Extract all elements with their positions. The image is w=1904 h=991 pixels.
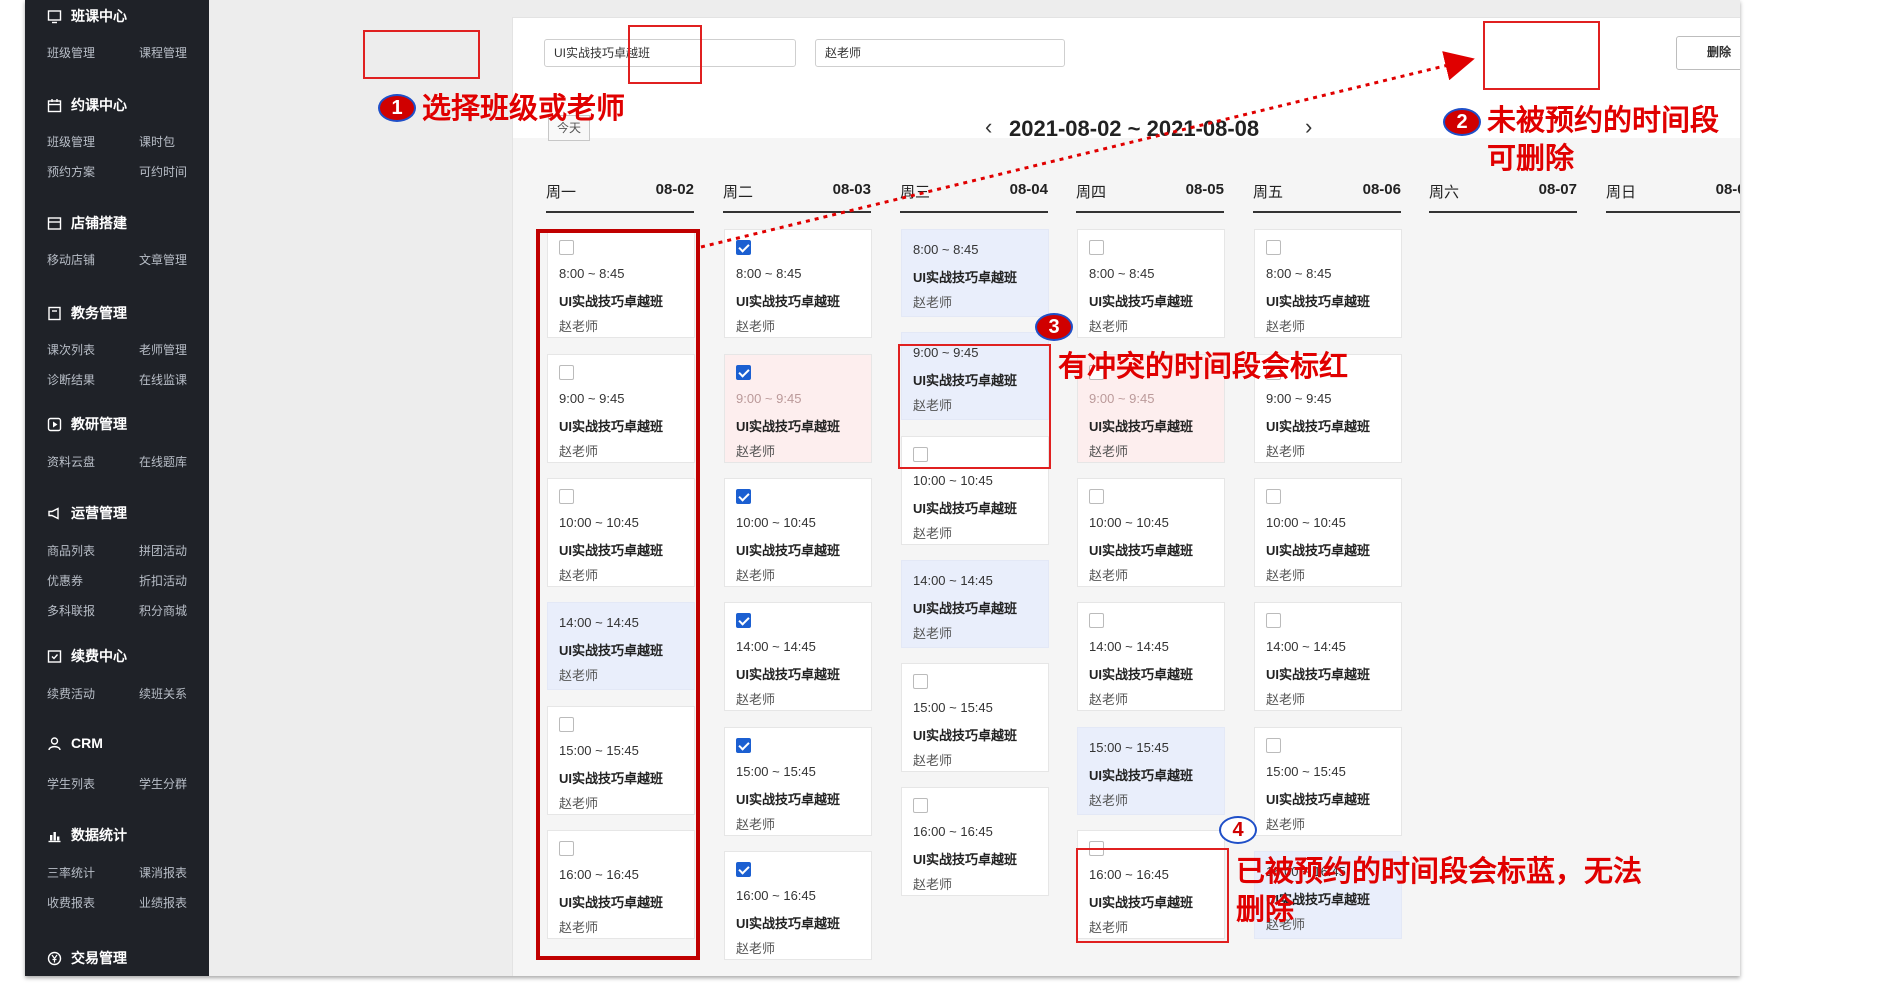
annotation-text-3: 有冲突的时间段会标红 — [1058, 351, 1349, 383]
annotation-badge-2: 2 — [1443, 108, 1481, 136]
annotation-text-4: 已被预约的时间段会标蓝，无法删除 — [1236, 856, 1643, 926]
annotation-badge-3: 3 — [1035, 313, 1073, 341]
annotation-badge-1: 1 — [378, 94, 416, 122]
annotation-arrow — [700, 51, 1475, 249]
annotation-text-1: 选择班级或老师 — [422, 93, 626, 125]
app-window: 班课中心 班级管理 课程管理 约课中心 班级管理 课时包 预约方案 可约时间 店铺搭建 移动店铺文… — [25, 0, 1740, 976]
annotation-text-2: 未被预约的时间段可删除 — [1487, 105, 1720, 175]
annotation-badge-4: 4 — [1219, 816, 1257, 844]
